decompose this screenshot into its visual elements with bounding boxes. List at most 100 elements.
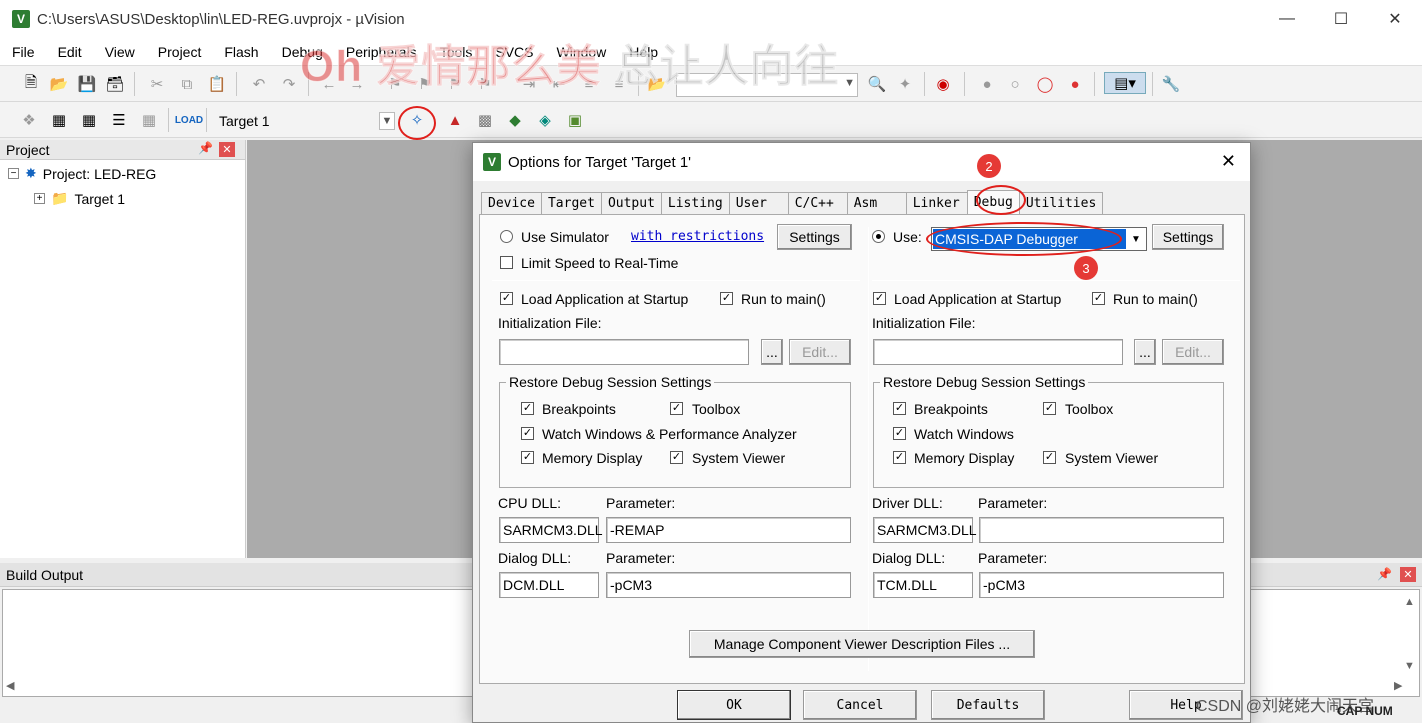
tab-target[interactable]: Target [540, 192, 602, 214]
right-init-file-edit-button[interactable]: Edit... [1162, 339, 1224, 365]
tree-target[interactable]: + 📁 Target 1 [34, 190, 125, 207]
paste-icon[interactable]: 📋 [206, 73, 228, 95]
menu-svcs[interactable]: SVCS [483, 44, 544, 60]
tab-output[interactable]: Output [600, 192, 662, 214]
right-system-viewer-checkbox[interactable]: ✓ [1043, 451, 1056, 464]
with-restrictions-link[interactable]: with restrictions [631, 229, 764, 244]
run-to-main-checkbox[interactable]: ✓ [720, 292, 733, 305]
pin-icon[interactable]: 📌 [198, 141, 213, 155]
manage-rte-icon[interactable]: ◆ [504, 109, 526, 131]
download-load-icon[interactable]: LOAD [175, 109, 203, 131]
cpu-param-input[interactable]: -REMAP [606, 517, 851, 543]
init-file-input[interactable] [499, 339, 749, 365]
menu-debug[interactable]: Debug [270, 44, 334, 60]
menu-window[interactable]: Window [545, 44, 618, 60]
find-icon[interactable]: 🔍 [866, 73, 888, 95]
redo-icon[interactable]: ↷ [278, 73, 300, 95]
right-toolbox-checkbox[interactable]: ✓ [1043, 402, 1056, 415]
dialog-param-input[interactable]: -pCM3 [606, 572, 851, 598]
right-breakpoints-checkbox[interactable]: ✓ [893, 402, 906, 415]
breakpoint-kill-all-icon[interactable]: ● [1064, 73, 1086, 95]
expand-icon[interactable]: + [34, 193, 45, 204]
find-combo[interactable]: ▼ [676, 73, 858, 97]
right-dialog-dll-input[interactable]: TCM.DLL [873, 572, 973, 598]
build-pin-icon[interactable]: 📌 [1377, 567, 1392, 581]
limit-speed-checkbox[interactable] [500, 256, 513, 269]
menu-flash[interactable]: Flash [212, 44, 269, 60]
right-run-to-main-checkbox[interactable]: ✓ [1092, 292, 1105, 305]
debugger-settings-button[interactable]: Settings [1152, 224, 1224, 250]
build-icon[interactable]: ▦ [48, 109, 70, 131]
new-file-icon[interactable]: 🗎 [20, 73, 42, 95]
simulator-settings-button[interactable]: Settings [777, 224, 852, 250]
scroll-up-icon[interactable]: ▲ [1404, 596, 1415, 608]
breakpoint-disable-all-icon[interactable]: ◯ [1034, 73, 1056, 95]
nav-back-icon[interactable]: ← [318, 73, 340, 95]
scroll-left-icon[interactable]: ◀ [6, 679, 14, 692]
breakpoints-checkbox[interactable]: ✓ [521, 402, 534, 415]
bookmark-icon[interactable]: ⚑ [384, 73, 406, 95]
menu-help[interactable]: Help [617, 44, 669, 60]
stop-build-icon[interactable]: ▦ [138, 109, 160, 131]
menu-peripherals[interactable]: Peripherals [334, 44, 428, 60]
breakpoint-icon[interactable]: ● [976, 73, 998, 95]
event-recorder-icon[interactable]: ▣ [564, 109, 586, 131]
load-app-checkbox[interactable]: ✓ [500, 292, 513, 305]
driver-dll-input[interactable]: SARMCM3.DLL [873, 517, 977, 543]
indent-icon[interactable]: ⇥ [518, 73, 540, 95]
tab-listing[interactable]: Listing [660, 192, 730, 214]
incremental-find-icon[interactable]: ✦ [894, 73, 916, 95]
tab-device[interactable]: Device [481, 192, 542, 214]
scroll-down-icon[interactable]: ▼ [1404, 660, 1415, 672]
copy-icon[interactable]: ⧉ [176, 73, 198, 95]
toolbox-checkbox[interactable]: ✓ [670, 402, 683, 415]
bookmark-next-icon[interactable]: ⚑ [444, 73, 466, 95]
scroll-right-icon[interactable]: ▶ [1394, 679, 1402, 692]
undo-icon[interactable]: ↶ [248, 73, 270, 95]
right-memory-display-checkbox[interactable]: ✓ [893, 451, 906, 464]
tab-cpp[interactable]: C/C++ [787, 192, 848, 214]
menu-tools[interactable]: Tools [428, 44, 484, 60]
cancel-button[interactable]: Cancel [803, 690, 917, 720]
tab-user[interactable]: User [728, 192, 789, 214]
right-dialog-param-input[interactable]: -pCM3 [979, 572, 1224, 598]
cpu-dll-input[interactable]: SARMCM3.DLL [499, 517, 603, 543]
cut-icon[interactable]: ✂ [146, 73, 168, 95]
close-panel-icon[interactable]: ✕ [219, 142, 235, 157]
right-init-file-input[interactable] [873, 339, 1123, 365]
translate-icon[interactable]: ❖ [18, 109, 40, 131]
dialog-close-icon[interactable]: ✕ [1221, 151, 1236, 172]
ok-button[interactable]: OK [677, 690, 791, 720]
select-packs-icon[interactable]: ▩ [474, 109, 496, 131]
bookmark-clear-icon[interactable]: ⚑ [474, 73, 496, 95]
batch-build-icon[interactable]: ☰ [108, 109, 130, 131]
watch-windows-checkbox[interactable]: ✓ [521, 427, 534, 440]
menu-file[interactable]: File [0, 44, 46, 60]
tab-asm[interactable]: Asm [846, 192, 907, 214]
build-close-icon[interactable]: ✕ [1400, 567, 1416, 582]
window-layout-icon[interactable]: ▤▾ [1104, 72, 1146, 94]
breakpoint-disable-icon[interactable]: ○ [1004, 73, 1026, 95]
menu-view[interactable]: View [93, 44, 146, 60]
use-simulator-radio[interactable] [500, 230, 513, 243]
tab-utilities[interactable]: Utilities [1018, 192, 1104, 214]
minimize-button[interactable]: — [1260, 0, 1314, 38]
comment-icon[interactable]: ≡ [578, 73, 600, 95]
debugger-dropdown-icon[interactable]: ▼ [1127, 229, 1145, 249]
menu-edit[interactable]: Edit [46, 44, 93, 60]
system-viewer-checkbox[interactable]: ✓ [670, 451, 683, 464]
unindent-icon[interactable]: ⇤ [548, 73, 570, 95]
nav-forward-icon[interactable]: → [346, 73, 368, 95]
right-load-app-checkbox[interactable]: ✓ [873, 292, 886, 305]
init-file-browse-button[interactable]: ... [761, 339, 783, 365]
save-all-icon[interactable]: 🗃 [104, 73, 126, 95]
save-icon[interactable]: 💾 [76, 73, 98, 95]
target-select[interactable]: Target 1 ▼ [212, 109, 398, 133]
right-init-file-browse-button[interactable]: ... [1134, 339, 1156, 365]
tab-linker[interactable]: Linker [905, 192, 968, 214]
close-window-button[interactable]: ✕ [1368, 0, 1422, 38]
pack-installer-icon[interactable]: ◈ [534, 109, 556, 131]
configure-icon[interactable]: 🔧 [1160, 73, 1182, 95]
open-file-icon[interactable]: 📂 [48, 73, 70, 95]
uncomment-icon[interactable]: ≡ [608, 73, 630, 95]
